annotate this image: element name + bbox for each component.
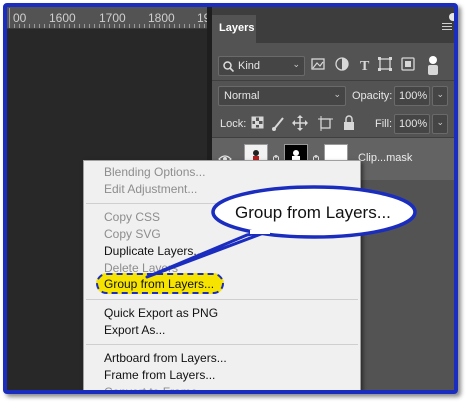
callout-text: Group from Layers... bbox=[235, 203, 391, 222]
callout-annotation bbox=[145, 185, 417, 279]
screenshot-frame: 00 1600 1700 1800 19 Layers Kind ⌄ T Nor… bbox=[3, 3, 458, 394]
